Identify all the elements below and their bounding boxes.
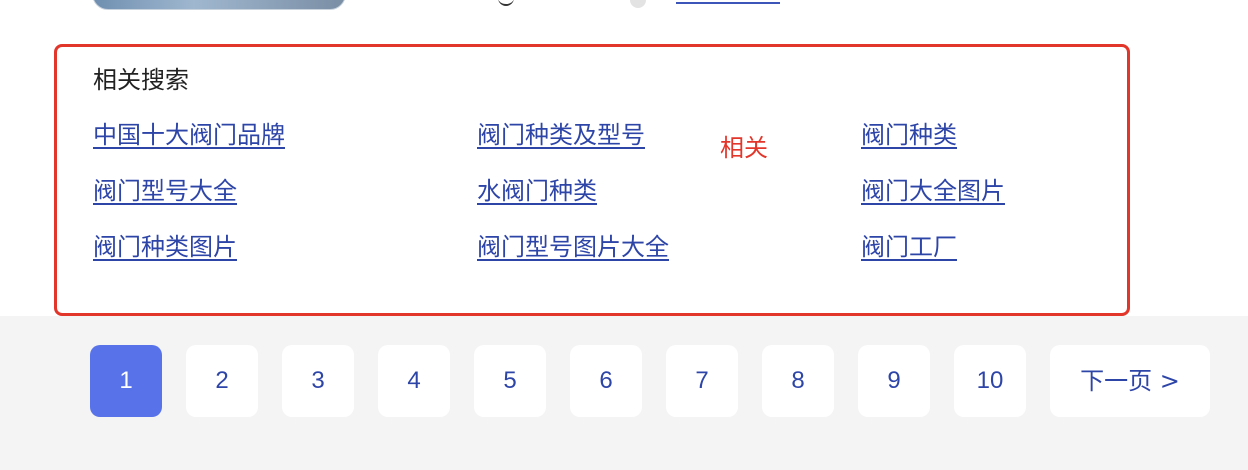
related-link-5[interactable]: 水阀门种类 bbox=[477, 176, 597, 206]
page-button-1[interactable]: 1 bbox=[90, 345, 162, 417]
partial-text-fragment bbox=[498, 0, 514, 6]
source-favicon-icon bbox=[630, 0, 646, 8]
page-button-10[interactable]: 10 bbox=[954, 345, 1026, 417]
related-link-4[interactable]: 阀门型号大全 bbox=[93, 176, 237, 206]
page-button-8[interactable]: 8 bbox=[762, 345, 834, 417]
related-searches-panel: 相关搜索 中国十大阀门品牌 阀门种类及型号 阀门种类 阀门型号大全 水阀门种类 … bbox=[54, 44, 1130, 316]
page-button-7[interactable]: 7 bbox=[666, 345, 738, 417]
result-thumbnail-image[interactable] bbox=[92, 0, 346, 10]
related-link-7[interactable]: 阀门种类图片 bbox=[93, 232, 237, 262]
related-link-3[interactable]: 阀门种类 bbox=[861, 120, 957, 150]
page-button-3[interactable]: 3 bbox=[282, 345, 354, 417]
search-results-page: 相关搜索 中国十大阀门品牌 阀门种类及型号 阀门种类 阀门型号大全 水阀门种类 … bbox=[0, 0, 1248, 470]
page-button-5[interactable]: 5 bbox=[474, 345, 546, 417]
related-link-2[interactable]: 阀门种类及型号 bbox=[477, 120, 645, 150]
page-button-6[interactable]: 6 bbox=[570, 345, 642, 417]
related-link-6[interactable]: 阀门大全图片 bbox=[861, 176, 1005, 206]
pagination-bar: 1 2 3 4 5 6 7 8 9 10 下一页 > bbox=[0, 316, 1248, 470]
related-link-1[interactable]: 中国十大阀门品牌 bbox=[93, 120, 285, 150]
page-button-2[interactable]: 2 bbox=[186, 345, 258, 417]
related-link-8[interactable]: 阀门型号图片大全 bbox=[477, 232, 669, 262]
partial-source-link[interactable] bbox=[676, 2, 780, 4]
highlight-annotation-label: 相关 bbox=[720, 134, 768, 162]
page-button-9[interactable]: 9 bbox=[858, 345, 930, 417]
related-searches-title: 相关搜索 bbox=[93, 66, 189, 94]
related-link-9[interactable]: 阀门工厂 bbox=[861, 232, 957, 262]
next-page-button[interactable]: 下一页 > bbox=[1050, 345, 1210, 417]
page-button-4[interactable]: 4 bbox=[378, 345, 450, 417]
